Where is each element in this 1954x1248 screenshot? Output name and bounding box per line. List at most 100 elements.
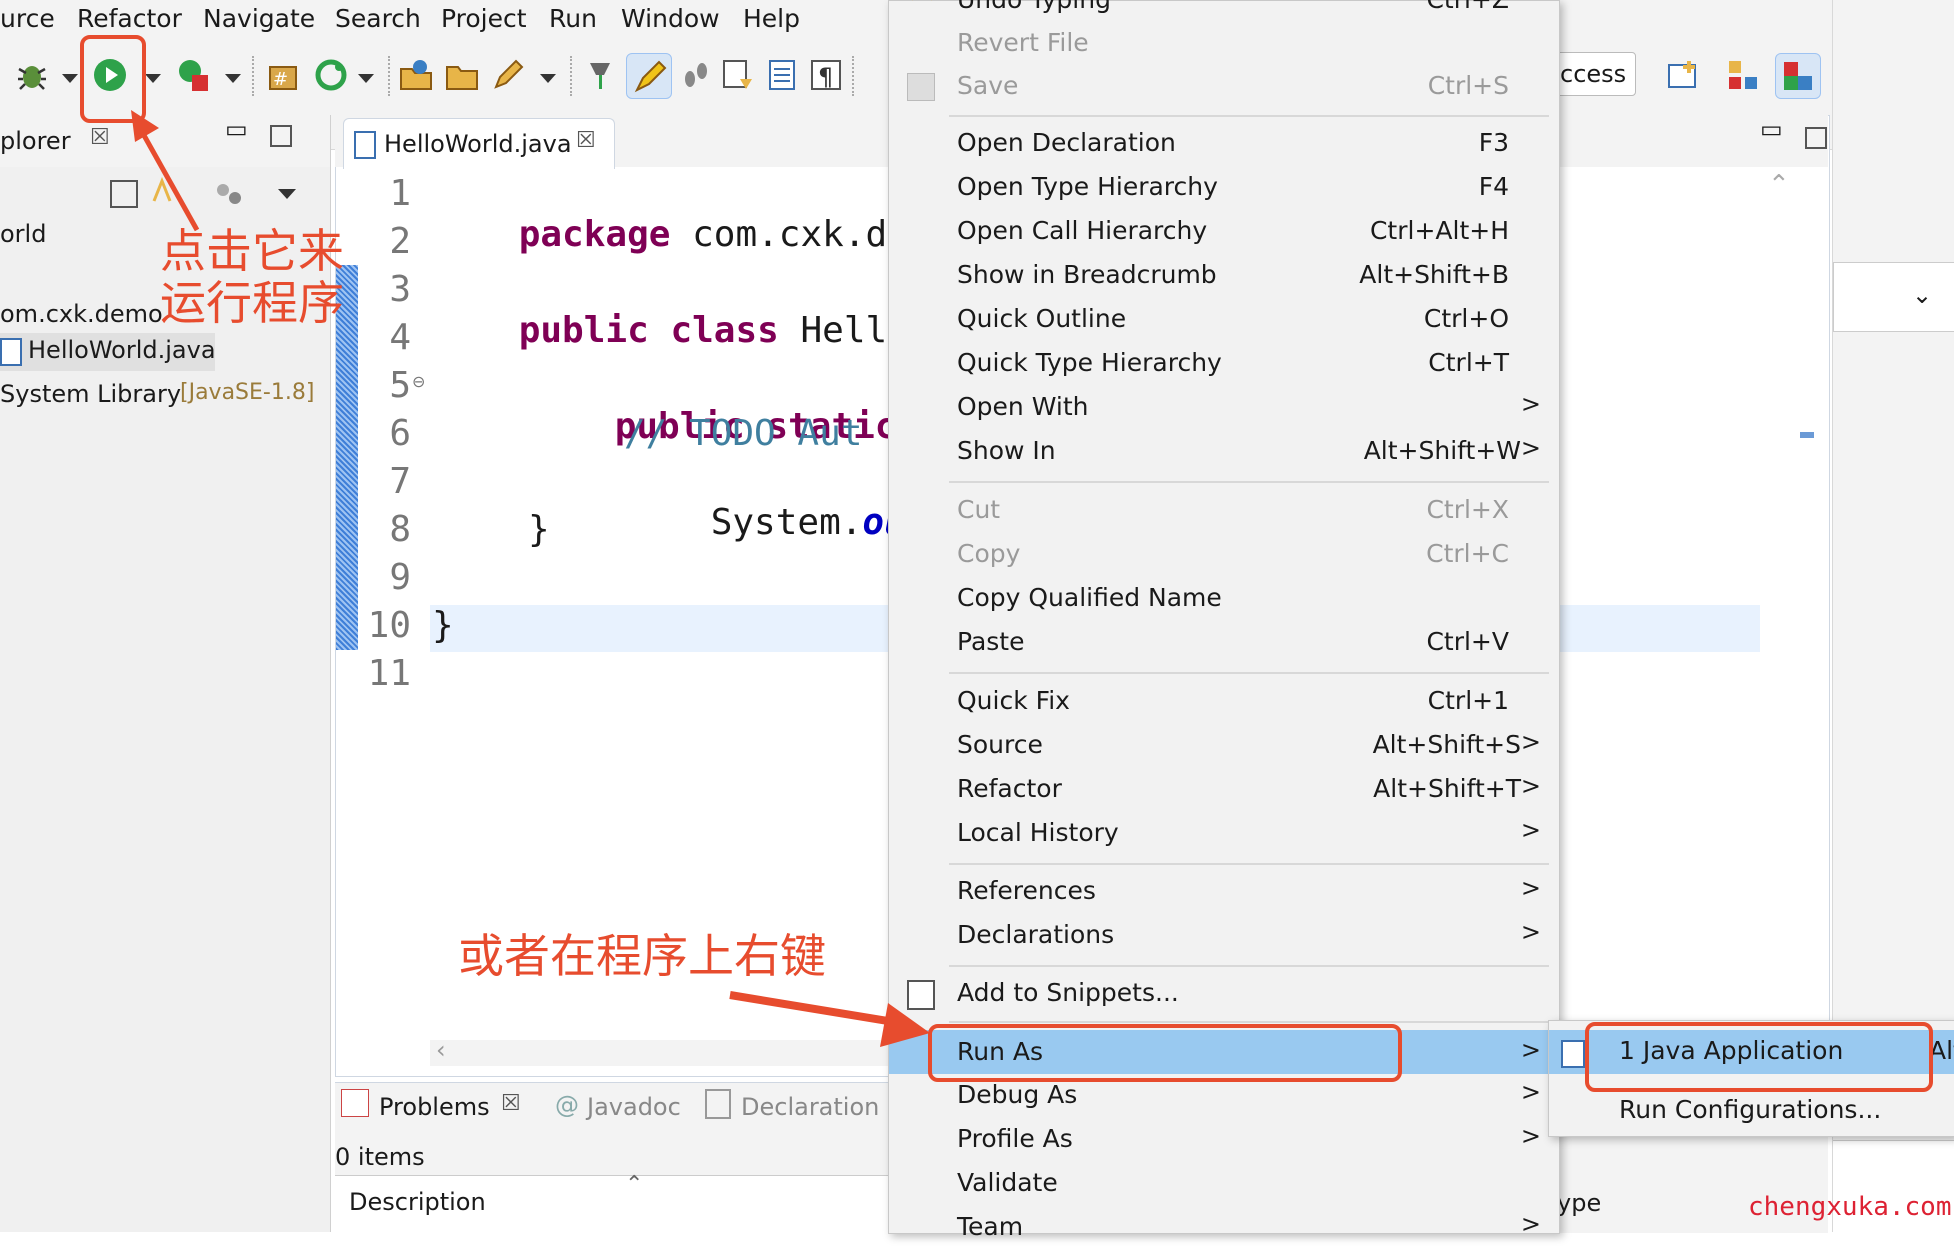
- highlight-icon[interactable]: [626, 53, 672, 99]
- fold-icon[interactable]: ⊖: [412, 372, 425, 391]
- menu-open-with[interactable]: Open With >: [889, 386, 1559, 428]
- tab-declaration[interactable]: Declaration: [741, 1093, 879, 1121]
- bug-icon[interactable]: [14, 57, 50, 93]
- submenu-arrow-icon: >: [1520, 816, 1541, 844]
- menu-undo-typing[interactable]: Undo Typing Ctrl+Z: [889, 0, 1559, 21]
- menu-help[interactable]: Help: [743, 4, 800, 33]
- scroll-up-icon[interactable]: ⌃: [1768, 170, 1790, 200]
- next-annotation-icon[interactable]: [720, 57, 756, 93]
- open-folder-icon[interactable]: [444, 57, 480, 93]
- annotation-arrow-right: [729, 991, 930, 1047]
- refresh-dropdown-icon[interactable]: [358, 74, 374, 83]
- menu-local-history[interactable]: Local History >: [889, 812, 1559, 854]
- code-keyword: package: [518, 214, 671, 255]
- menu-window[interactable]: Window: [621, 4, 720, 33]
- tab-problems[interactable]: Problems: [379, 1093, 490, 1121]
- run-as-highlight: [928, 1024, 1402, 1082]
- new-java-project-icon[interactable]: #: [266, 57, 302, 93]
- menu-show-in-breadcrumb[interactable]: Show in Breadcrumb Alt+Shift+B: [889, 254, 1559, 296]
- view-menu-icon[interactable]: [278, 189, 296, 199]
- pencil-dropdown-icon[interactable]: [540, 74, 556, 83]
- menu-declarations[interactable]: Declarations >: [889, 914, 1559, 956]
- menu-open-call-hierarchy[interactable]: Open Call Hierarchy Ctrl+Alt+H: [889, 210, 1559, 252]
- menu-add-to-snippets[interactable]: Add to Snippets...: [889, 972, 1559, 1014]
- close-icon[interactable]: ☒: [90, 125, 110, 150]
- overview-ruler-marker[interactable]: [1800, 432, 1814, 438]
- menu-quick-outline[interactable]: Quick Outline Ctrl+O: [889, 298, 1559, 340]
- menu-open-declaration[interactable]: Open Declaration F3: [889, 122, 1559, 164]
- menu-show-in[interactable]: Show In Alt+Shift+W >: [889, 430, 1559, 472]
- menu-source[interactable]: urce: [0, 4, 55, 33]
- editor-tab[interactable]: HelloWorld.java ☒: [343, 118, 615, 169]
- line-number-gutter: 1 2 3 4 5 6 7 8 9 10 11: [363, 168, 428, 998]
- show-whitespace-icon[interactable]: [764, 57, 800, 93]
- pin-icon[interactable]: [582, 57, 618, 93]
- java-perspective-icon[interactable]: [1775, 53, 1821, 99]
- debug-dropdown-icon[interactable]: [62, 74, 78, 83]
- menu-separator: [949, 481, 1549, 483]
- chevron-down-icon[interactable]: ⌄: [1912, 281, 1932, 309]
- menu-paste[interactable]: Paste Ctrl+V: [889, 621, 1559, 663]
- menu-separator: [949, 965, 1549, 967]
- menu-revert-file[interactable]: Revert File: [889, 22, 1559, 64]
- column-type[interactable]: ype: [1557, 1189, 1601, 1217]
- editor-maximize-icon[interactable]: [1805, 127, 1827, 149]
- run-dropdown-icon[interactable]: [145, 74, 161, 83]
- menu-copy[interactable]: Copy Ctrl+C: [889, 533, 1559, 575]
- coverage-dropdown-icon[interactable]: [225, 74, 241, 83]
- tree-item-selected[interactable]: HelloWorld.java: [0, 333, 216, 371]
- menu-quick-type-hierarchy[interactable]: Quick Type Hierarchy Ctrl+T: [889, 342, 1559, 384]
- menu-profile-as[interactable]: Profile As >: [889, 1118, 1559, 1160]
- menu-save[interactable]: Save Ctrl+S: [889, 65, 1559, 107]
- code-area[interactable]: package com.cxk.dem public class HelloW …: [432, 168, 892, 998]
- annotation-arrow-up: [131, 110, 200, 232]
- open-perspective-icon[interactable]: [1665, 57, 1701, 93]
- submenu-arrow-icon: >: [1520, 874, 1541, 902]
- coverage-icon[interactable]: [176, 57, 212, 93]
- code-brace: }: [432, 605, 454, 646]
- menu-references[interactable]: References >: [889, 870, 1559, 912]
- menu-project[interactable]: Project: [441, 4, 527, 33]
- pilcrow-icon[interactable]: ¶: [808, 57, 844, 93]
- java-ee-perspective-icon[interactable]: [1725, 57, 1761, 93]
- tree-item-project[interactable]: orld: [0, 220, 46, 248]
- menu-copy-qualified-name[interactable]: Copy Qualified Name: [889, 577, 1559, 619]
- column-description[interactable]: Description: [349, 1188, 486, 1216]
- tree-item-package[interactable]: om.cxk.demo: [0, 300, 163, 328]
- menu-refactor[interactable]: Refactor Alt+Shift+T >: [889, 768, 1559, 810]
- scroll-left-icon[interactable]: ‹: [436, 1036, 446, 1064]
- java-application-icon: [1561, 1040, 1585, 1068]
- menu-refactor[interactable]: Refactor: [77, 4, 182, 33]
- outline-dropdown[interactable]: ⌄: [1833, 262, 1954, 332]
- menu-validate[interactable]: Validate: [889, 1162, 1559, 1204]
- submenu-arrow-icon: >: [1520, 1078, 1541, 1106]
- open-type-icon[interactable]: [398, 57, 434, 93]
- javadoc-icon: @: [555, 1091, 579, 1119]
- maximize-icon[interactable]: [270, 125, 292, 147]
- menu-cut[interactable]: Cut Ctrl+X: [889, 489, 1559, 531]
- submenu-run-configurations[interactable]: Run Configurations...: [1619, 1095, 1881, 1124]
- filters-icon[interactable]: [215, 180, 243, 208]
- close-problems-icon[interactable]: ☒: [501, 1091, 521, 1116]
- svg-text:¶: ¶: [818, 63, 833, 91]
- close-tab-icon[interactable]: ☒: [576, 128, 596, 153]
- menu-separator: [949, 863, 1549, 865]
- tree-item-system-library[interactable]: System Library: [0, 380, 181, 408]
- menu-team[interactable]: Team >: [889, 1206, 1559, 1248]
- line-number: 4: [389, 317, 411, 358]
- tab-javadoc[interactable]: Javadoc: [587, 1093, 681, 1121]
- minimize-icon[interactable]: ▭: [225, 115, 248, 143]
- menu-run[interactable]: Run: [549, 4, 597, 33]
- menu-navigate[interactable]: Navigate: [203, 4, 315, 33]
- menu-quick-fix[interactable]: Quick Fix Ctrl+1: [889, 680, 1559, 722]
- menu-search[interactable]: Search: [335, 4, 421, 33]
- annotation-line: 运行程序: [160, 276, 344, 330]
- menu-open-type-hierarchy[interactable]: Open Type Hierarchy F4: [889, 166, 1559, 208]
- refresh-icon[interactable]: [313, 57, 349, 93]
- submenu-arrow-icon: >: [1520, 1122, 1541, 1150]
- pencil-icon[interactable]: [490, 57, 526, 93]
- menu-source[interactable]: Source Alt+Shift+S >: [889, 724, 1559, 766]
- quick-access-field[interactable]: ccess: [1555, 52, 1636, 96]
- editor-minimize-icon[interactable]: ▭: [1760, 115, 1783, 143]
- footprints-icon[interactable]: [678, 57, 714, 93]
